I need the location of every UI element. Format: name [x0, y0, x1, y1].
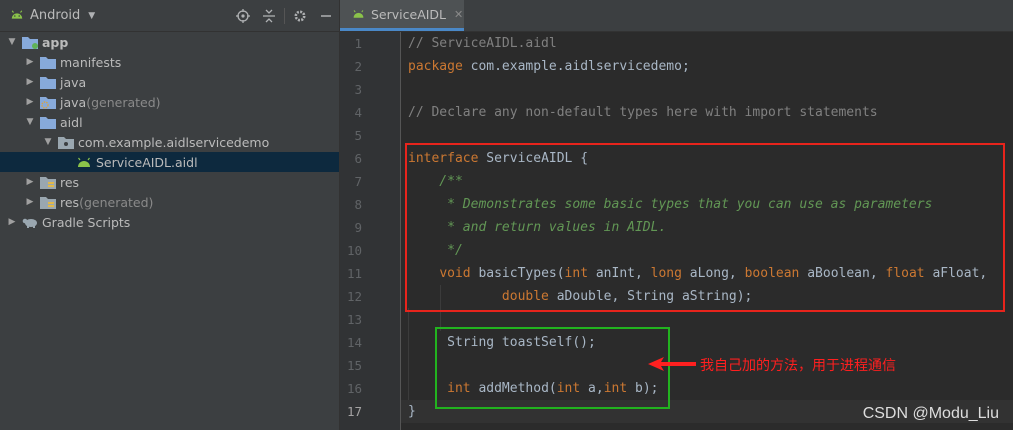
tree-item[interactable]: ▶ Gradle Scripts — [0, 212, 339, 232]
resource-folder-icon — [40, 195, 56, 209]
tree-item-label: aidl — [60, 114, 83, 130]
project-panel-header: Android ▼ — [0, 0, 339, 32]
line-number: 4 — [354, 105, 362, 120]
tree-item[interactable]: ▼ com.example.aidlservicedemo — [0, 132, 339, 152]
tree-item-label: com.example.aidlservicedemo — [78, 134, 270, 150]
collapse-all-icon[interactable] — [256, 0, 282, 31]
line-number: 11 — [346, 266, 362, 281]
code-line[interactable]: // Declare any non-default types here wi… — [408, 101, 878, 124]
minimize-icon[interactable] — [313, 0, 339, 31]
line-number: 14 — [346, 335, 362, 350]
tree-item-label: java — [60, 74, 87, 90]
arrow-left-icon — [648, 357, 696, 371]
collapsed-arrow-icon[interactable]: ▶ — [24, 177, 36, 187]
gradle-icon — [22, 215, 38, 229]
expanded-arrow-icon[interactable]: ▼ — [42, 137, 54, 147]
collapsed-arrow-icon[interactable]: ▶ — [24, 197, 36, 207]
folder-icon — [40, 55, 56, 69]
tree-item-label: res — [60, 194, 80, 210]
highlight-box-interface — [405, 143, 1005, 312]
module-folder-icon — [22, 35, 38, 49]
tree-item-label: res — [60, 174, 80, 190]
collapsed-arrow-icon[interactable]: ▶ — [24, 97, 36, 107]
line-number: 16 — [346, 381, 362, 396]
collapsed-arrow-icon[interactable]: ▶ — [6, 217, 18, 227]
tree-item-label: Gradle Scripts — [42, 214, 131, 230]
android-file-icon — [76, 155, 92, 169]
tree-item[interactable]: ▼ aidl — [0, 112, 339, 132]
project-tree: ▼ app ▶ manifests ▶ java ▶ java (generated) ▼ aid… — [0, 32, 339, 232]
code-token: } — [408, 404, 416, 419]
line-number: 7 — [354, 174, 362, 189]
tab-label: ServiceAIDL — [371, 6, 447, 22]
watermark: CSDN @Modu_Liu — [862, 405, 999, 422]
close-icon[interactable]: ✕ — [454, 8, 463, 21]
expanded-arrow-icon[interactable]: ▼ — [24, 117, 36, 127]
code-line[interactable]: // ServiceAIDL.aidl — [408, 32, 557, 55]
tree-item[interactable]: ▶ res — [0, 172, 339, 192]
line-number-gutter: 1 2 3 4 5 6 7 8 9 10 11 12 13 14 15 16 17 — [340, 32, 401, 430]
line-number: 2 — [354, 59, 362, 74]
line-number: 17 — [346, 404, 362, 419]
tree-item[interactable]: ▶ res (generated) — [0, 192, 339, 212]
tree-item[interactable]: ServiceAIDL.aidl — [0, 152, 339, 172]
line-number: 13 — [346, 312, 362, 327]
highlight-box-added-methods — [435, 327, 670, 409]
editor-tab-bar: ServiceAIDL ✕ — [340, 0, 1013, 32]
code-token: com.example.aidlservicedemo; — [462, 59, 690, 74]
toolbar-divider — [284, 7, 285, 24]
panel-toolbar — [230, 0, 339, 31]
tree-item-suffix: (generated) — [79, 194, 154, 210]
tree-item[interactable]: ▶ manifests — [0, 52, 339, 72]
resource-folder-icon — [40, 175, 56, 189]
line-number: 9 — [354, 220, 362, 235]
tree-item-label: manifests — [60, 54, 122, 70]
folder-icon — [40, 115, 56, 129]
code-token: // Declare any non-default types here wi… — [408, 105, 878, 120]
code-token: package — [408, 59, 463, 74]
line-number: 8 — [354, 197, 362, 212]
line-number: 1 — [354, 36, 362, 51]
code-line[interactable]: } — [408, 400, 416, 423]
collapsed-arrow-icon[interactable]: ▶ — [24, 57, 36, 67]
package-icon — [58, 135, 74, 149]
android-file-icon — [353, 9, 364, 18]
chevron-down-icon[interactable]: ▼ — [88, 11, 95, 21]
view-selector[interactable]: Android — [30, 8, 80, 23]
project-panel: Android ▼ ▼ app ▶ manifests ▶ java ▶ java (gene… — [0, 0, 340, 430]
tree-item[interactable]: ▶ java — [0, 72, 339, 92]
line-number: 5 — [354, 128, 362, 143]
code-token: // ServiceAIDL.aidl — [408, 36, 557, 51]
gear-icon[interactable] — [287, 0, 313, 31]
tree-item-suffix: (generated) — [86, 94, 161, 110]
line-number: 6 — [354, 151, 362, 166]
tree-item[interactable]: ▶ java (generated) — [0, 92, 339, 112]
tab-serviceaidl[interactable]: ServiceAIDL ✕ — [340, 0, 464, 31]
locate-target-icon[interactable] — [230, 0, 256, 31]
tree-item[interactable]: ▼ app — [0, 32, 339, 52]
annotation-text: 我自己加的方法，用于进程通信 — [700, 358, 896, 374]
tree-item-label: ServiceAIDL.aidl — [96, 154, 198, 170]
tree-item-label: java — [60, 94, 87, 110]
android-icon — [11, 9, 23, 19]
folder-icon — [40, 75, 56, 89]
line-number: 15 — [346, 358, 362, 373]
line-number: 12 — [346, 289, 362, 304]
line-number: 10 — [346, 243, 362, 258]
code-line[interactable]: package com.example.aidlservicedemo; — [408, 55, 690, 78]
line-number: 3 — [354, 82, 362, 97]
tree-item-label: app — [42, 34, 69, 50]
expanded-arrow-icon[interactable]: ▼ — [6, 37, 18, 47]
collapsed-arrow-icon[interactable]: ▶ — [24, 77, 36, 87]
generated-folder-icon — [40, 95, 56, 109]
